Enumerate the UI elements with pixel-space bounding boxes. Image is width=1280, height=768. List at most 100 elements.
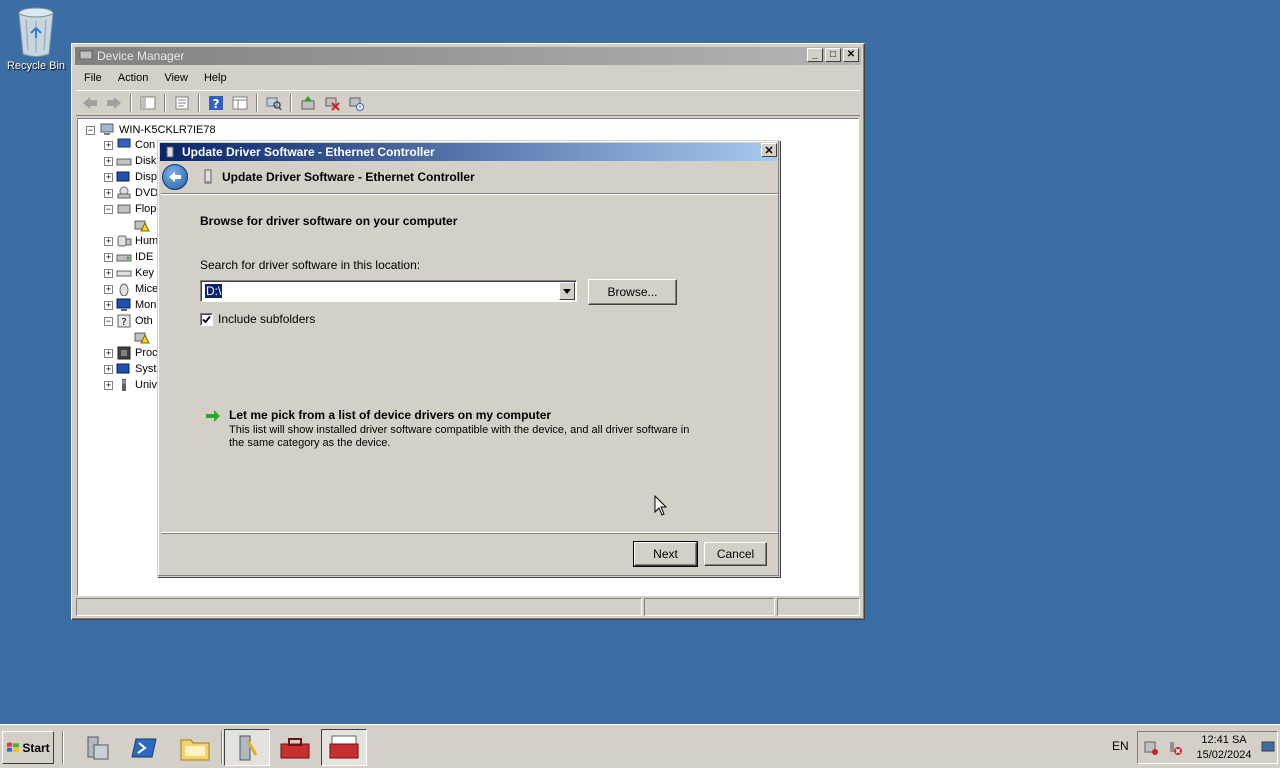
tree-item[interactable]: + Disk bbox=[104, 153, 156, 169]
dialog-close-button[interactable]: ✕ bbox=[761, 143, 777, 157]
ethernet-device-icon bbox=[204, 169, 212, 184]
network-disconnected-icon[interactable] bbox=[1167, 740, 1183, 756]
include-subfolders-checkbox[interactable] bbox=[200, 312, 213, 326]
cancel-button[interactable]: Cancel bbox=[704, 542, 767, 566]
start-label: Start bbox=[22, 740, 50, 755]
expander-collapse[interactable]: − bbox=[104, 204, 113, 214]
expander-expand[interactable]: + bbox=[104, 236, 113, 246]
computer-management-icon bbox=[239, 735, 258, 760]
tree-item[interactable]: + Univ bbox=[104, 377, 157, 393]
language-indicator[interactable]: EN bbox=[1112, 739, 1129, 753]
menu-action[interactable]: Action bbox=[110, 72, 157, 84]
dialog-body: Browse for driver software on your compu… bbox=[161, 193, 778, 533]
browse-button[interactable]: Browse... bbox=[588, 279, 677, 305]
dvd-drive-icon bbox=[117, 186, 131, 199]
include-subfolders-label[interactable]: Include subfolders bbox=[218, 312, 315, 326]
tree-item[interactable]: + DVD bbox=[104, 185, 158, 201]
tree-item[interactable]: + Proc bbox=[104, 345, 158, 361]
pick-from-list-title[interactable]: Let me pick from a list of device driver… bbox=[229, 408, 551, 422]
disable-device-icon[interactable] bbox=[346, 93, 366, 113]
tree-item-label: DVD bbox=[135, 187, 159, 199]
tree-item[interactable]: −? Oth bbox=[104, 313, 153, 329]
close-button[interactable]: ✕ bbox=[843, 48, 859, 62]
back-button[interactable] bbox=[162, 164, 188, 190]
chevron-down-icon[interactable] bbox=[559, 282, 575, 300]
tree-root[interactable]: − WIN-K5CKLR7IE78 bbox=[86, 123, 216, 137]
update-driver-icon[interactable] bbox=[298, 93, 318, 113]
properties-icon[interactable] bbox=[172, 93, 192, 113]
tree-item[interactable]: + Mice bbox=[104, 281, 158, 297]
back-arrow-icon[interactable] bbox=[80, 93, 100, 113]
tree-item-label: Key bbox=[135, 267, 154, 279]
tree-item[interactable]: + Mon bbox=[104, 297, 156, 313]
tree-item[interactable]: + Disp bbox=[104, 169, 157, 185]
pick-from-list-description: This list will show installed driver sof… bbox=[229, 424, 690, 449]
expander-expand[interactable]: + bbox=[104, 156, 113, 166]
clock-time: 12:41 SA bbox=[1201, 734, 1247, 746]
server-manager-icon bbox=[87, 736, 109, 759]
help-icon[interactable]: ? bbox=[206, 93, 226, 113]
update-driver-dialog: Update Driver Software - Ethernet Contro… bbox=[157, 140, 780, 577]
expander-collapse[interactable]: − bbox=[104, 316, 113, 326]
computer-management-taskbar-button[interactable] bbox=[224, 729, 270, 766]
powershell-taskbar-button[interactable] bbox=[122, 729, 168, 766]
minimize-button[interactable]: _ bbox=[807, 48, 823, 62]
expander-expand[interactable]: + bbox=[104, 268, 113, 278]
expander-expand[interactable]: + bbox=[104, 300, 113, 310]
tree-item-label: Proc bbox=[135, 347, 158, 359]
expander-expand[interactable]: + bbox=[104, 252, 113, 262]
expander-expand[interactable]: + bbox=[104, 188, 113, 198]
device-manager-titlebar[interactable]: Device Manager _ □ ✕ bbox=[75, 47, 861, 65]
checkmark-icon bbox=[202, 315, 211, 323]
search-location-label: Search for driver software in this locat… bbox=[200, 258, 421, 272]
menu-file[interactable]: File bbox=[76, 72, 110, 84]
action-center-icon[interactable] bbox=[1143, 740, 1159, 756]
show-desktop-icon[interactable] bbox=[1261, 741, 1275, 753]
next-button[interactable]: Next bbox=[633, 541, 698, 567]
dialog-titlebar[interactable]: Update Driver Software - Ethernet Contro… bbox=[160, 143, 777, 161]
menu-view[interactable]: View bbox=[156, 72, 196, 84]
dialog-header: Update Driver Software - Ethernet Contro… bbox=[160, 162, 777, 192]
computer-category-icon bbox=[117, 138, 131, 148]
tree-item[interactable]: − Flop bbox=[104, 201, 156, 217]
floppy-controller-icon bbox=[117, 204, 131, 214]
green-arrow-icon bbox=[206, 410, 220, 422]
back-arrow-icon bbox=[169, 172, 181, 182]
tree-item[interactable]: + IDE bbox=[104, 249, 153, 265]
menu-help[interactable]: Help bbox=[196, 72, 235, 84]
expander-expand[interactable]: + bbox=[104, 284, 113, 294]
tree-item[interactable] bbox=[134, 217, 150, 233]
svg-text:?: ? bbox=[213, 97, 220, 111]
view-icon[interactable] bbox=[230, 93, 250, 113]
recycle-bin-desktop-icon[interactable]: Recycle Bin bbox=[4, 6, 68, 72]
scan-hardware-icon[interactable] bbox=[264, 93, 284, 113]
server-manager-taskbar-button[interactable] bbox=[74, 729, 120, 766]
explorer-taskbar-button[interactable] bbox=[172, 729, 218, 766]
expander-expand[interactable]: + bbox=[104, 364, 113, 374]
expander-expand[interactable]: + bbox=[104, 380, 113, 390]
forward-arrow-icon[interactable] bbox=[104, 93, 124, 113]
tree-item[interactable] bbox=[134, 329, 150, 345]
show-hide-tree-icon[interactable] bbox=[138, 93, 158, 113]
device-manager-taskbar-button[interactable] bbox=[321, 729, 367, 766]
clock[interactable]: 12:41 SA 15/02/2024 bbox=[1192, 733, 1256, 763]
monitor-icon bbox=[116, 298, 131, 311]
tree-item[interactable]: + Syst bbox=[104, 361, 156, 377]
tree-item-label: IDE bbox=[135, 251, 154, 263]
maximize-button[interactable]: □ bbox=[825, 48, 841, 62]
tree-item[interactable]: + Key bbox=[104, 265, 154, 281]
expander-expand[interactable]: + bbox=[104, 348, 113, 358]
start-button[interactable]: Start bbox=[2, 731, 54, 764]
expander-collapse[interactable]: − bbox=[86, 125, 95, 135]
expander-expand[interactable]: + bbox=[104, 172, 113, 182]
search-location-combobox[interactable]: D:\ bbox=[200, 280, 577, 302]
windows-logo-icon bbox=[7, 742, 20, 752]
tree-item[interactable]: + Hum bbox=[104, 233, 158, 249]
toolbox-taskbar-button[interactable] bbox=[272, 729, 318, 766]
expander-expand[interactable]: + bbox=[104, 140, 113, 150]
uninstall-icon[interactable] bbox=[322, 93, 342, 113]
unknown-device-warning-icon bbox=[134, 332, 150, 344]
search-location-value[interactable]: D:\ bbox=[205, 284, 223, 298]
include-subfolders-option[interactable]: Include subfolders bbox=[200, 312, 315, 326]
tree-item[interactable]: + Con bbox=[104, 137, 155, 153]
